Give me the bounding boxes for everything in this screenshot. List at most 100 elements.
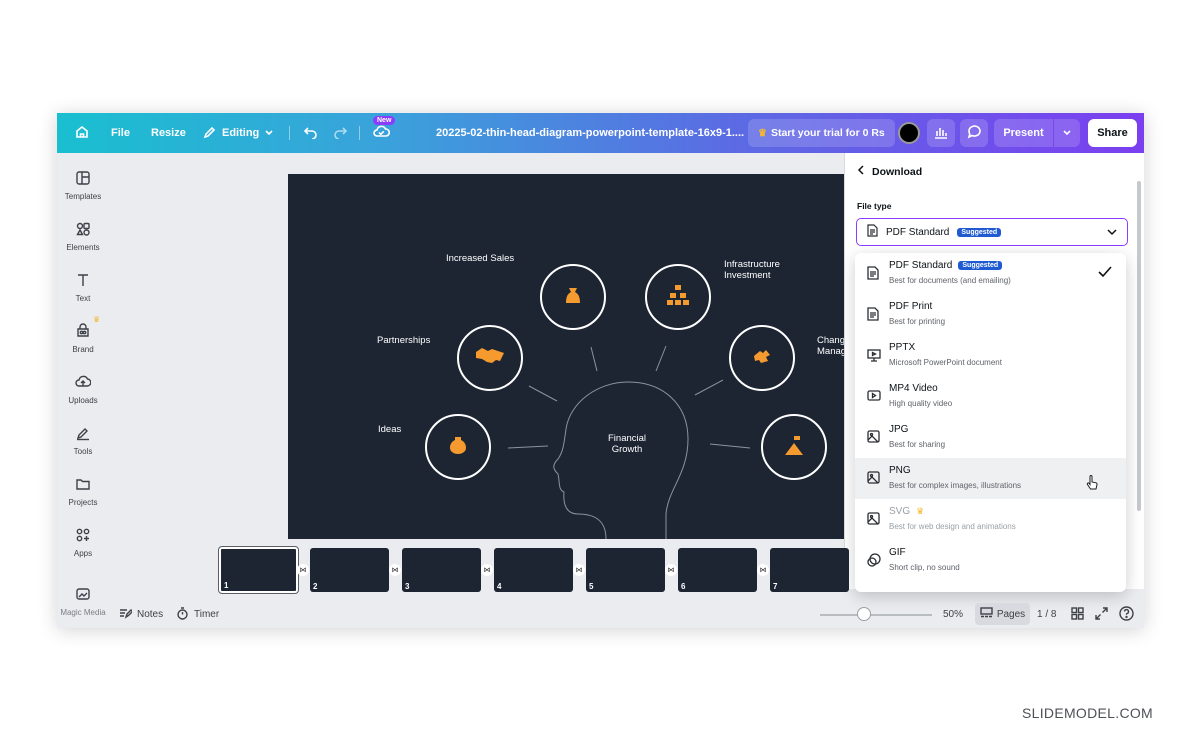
sidebar-item-apps[interactable]: Apps	[57, 527, 109, 558]
page-thumbnail[interactable]: 5	[586, 548, 665, 592]
option-description: Best for documents (and emailing)	[889, 276, 1011, 285]
zoom-percentage[interactable]: 50%	[943, 601, 963, 628]
transition-icon[interactable]: ⋈	[573, 564, 585, 576]
presentation-icon	[867, 348, 881, 367]
page-thumbnail[interactable]: 3	[402, 548, 481, 592]
home-icon	[74, 124, 90, 143]
start-trial-button[interactable]: ♛ Start your trial for 0 Rs	[748, 119, 895, 147]
editing-mode-dropdown[interactable]: Editing	[203, 113, 274, 153]
document-title[interactable]: 20225-02-thin-head-diagram-powerpoint-te…	[436, 113, 744, 153]
transition-icon[interactable]: ⋈	[297, 564, 309, 576]
sidebar-item-text[interactable]: Text	[57, 272, 109, 303]
crown-icon: ♛	[916, 506, 925, 516]
notes-icon	[119, 607, 134, 622]
sidebar-item-projects[interactable]: Projects	[57, 476, 109, 507]
timer-button[interactable]: Timer	[176, 601, 219, 628]
sidebar-item-label: Brand	[72, 345, 94, 354]
sidebar-item-brand[interactable]: ♛ Brand	[57, 315, 109, 354]
download-back-button[interactable]: Download	[857, 165, 922, 178]
page-thumbnail[interactable]: 2	[310, 548, 389, 592]
suggested-badge: Suggested	[958, 261, 1003, 270]
page-thumbnail[interactable]: 1	[218, 546, 299, 594]
file-type-label: File type	[857, 201, 892, 211]
fullscreen-button[interactable]	[1095, 601, 1108, 628]
page-thumbnails: 1 ⋈ 2 ⋈ 3 ⋈ 4 ⋈ 5 ⋈ 6 ⋈ 7	[217, 546, 857, 594]
suggested-badge: Suggested	[957, 227, 1002, 237]
pages-button[interactable]: Pages	[975, 603, 1030, 625]
image-icon	[867, 512, 880, 530]
document-icon	[867, 307, 879, 326]
transition-icon[interactable]: ⋈	[665, 564, 677, 576]
option-png[interactable]: PNG Best for complex images, illustratio…	[855, 458, 1126, 499]
transition-icon[interactable]: ⋈	[481, 564, 493, 576]
insights-button[interactable]	[927, 119, 955, 147]
sidebar-item-label: Tools	[73, 447, 93, 456]
option-pptx[interactable]: PPTX Microsoft PowerPoint document	[855, 335, 1126, 376]
option-description: Short clip, no sound	[889, 563, 960, 572]
undo-icon	[303, 124, 318, 142]
sidebar-item-label: Apps	[73, 549, 93, 558]
present-options-button[interactable]	[1054, 119, 1080, 147]
page-number: 4	[497, 582, 502, 591]
grid-icon	[1071, 606, 1084, 623]
resize-button[interactable]: Resize	[151, 113, 186, 153]
grid-view-button[interactable]	[1071, 601, 1084, 628]
help-button[interactable]	[1119, 601, 1134, 628]
sidebar-item-label: Templates	[64, 192, 102, 201]
zoom-slider-handle[interactable]	[857, 607, 871, 621]
notes-label: Notes	[137, 609, 164, 620]
hand-cursor-icon	[1086, 475, 1098, 495]
zoom-slider-track[interactable]	[820, 614, 932, 616]
transition-icon[interactable]: ⋈	[757, 564, 769, 576]
pages-label: Pages	[996, 608, 1026, 620]
vase-circle	[425, 414, 491, 480]
uploads-icon	[75, 374, 92, 392]
money-bag-icon	[562, 284, 584, 311]
cloud-save-button[interactable]	[373, 113, 391, 153]
notes-button[interactable]: Notes	[119, 601, 163, 628]
chevron-down-icon	[1107, 228, 1117, 239]
page-number: 7	[773, 582, 778, 591]
money-bag-circle	[540, 264, 606, 330]
file-type-select[interactable]: PDF Standard Suggested	[856, 218, 1128, 246]
option-gif[interactable]: GIF Short clip, no sound	[855, 540, 1126, 581]
option-jpg[interactable]: JPG Best for sharing	[855, 417, 1126, 458]
option-svg[interactable]: SVG ♛ Best for web design and animations	[855, 499, 1126, 540]
transition-icon[interactable]: ⋈	[389, 564, 401, 576]
undo-button[interactable]	[303, 113, 318, 153]
comment-icon	[967, 124, 982, 142]
file-menu[interactable]: File	[111, 113, 130, 153]
option-pdf-print[interactable]: PDF Print Best for printing	[855, 294, 1126, 335]
document-icon	[867, 224, 878, 240]
comments-button[interactable]	[960, 119, 988, 147]
cloud-check-icon	[373, 124, 391, 142]
sidebar-item-elements[interactable]: Elements	[57, 221, 109, 252]
sidebar-item-uploads[interactable]: Uploads	[57, 374, 109, 405]
sidebar-item-templates[interactable]: Templates	[57, 170, 109, 201]
page-thumbnail[interactable]: 7	[770, 548, 849, 592]
page-number: 3	[405, 582, 410, 591]
slide-canvas[interactable]: Increased Sales Infrastructure Investmen…	[288, 174, 848, 539]
share-button[interactable]: Share	[1088, 119, 1137, 147]
option-name: JPG	[889, 424, 909, 435]
home-button[interactable]	[74, 113, 90, 153]
user-avatar[interactable]	[898, 122, 920, 144]
panel-scrollbar[interactable]	[1137, 181, 1141, 511]
option-description: Best for complex images, illustrations	[889, 481, 1022, 490]
timer-icon	[176, 606, 189, 623]
handshake-icon	[475, 346, 505, 371]
bar-chart-icon	[934, 125, 948, 142]
redo-button[interactable]	[333, 113, 348, 153]
label-ideas: Ideas	[378, 424, 402, 435]
tools-icon	[75, 425, 91, 443]
option-mp4-video[interactable]: MP4 Video High quality video	[855, 376, 1126, 417]
label-change-management: Chang Manag	[817, 335, 847, 357]
option-pdf-standard[interactable]: PDF Standard Suggested Best for documents…	[855, 253, 1126, 294]
option-name: PDF Standard	[889, 260, 953, 271]
sidebar-item-tools[interactable]: Tools	[57, 425, 109, 456]
trial-label: Start your trial for 0 Rs	[770, 127, 885, 139]
present-button[interactable]: Present	[994, 119, 1053, 147]
page-thumbnail[interactable]: 4	[494, 548, 573, 592]
app-window: File Resize Editing New 20225-02-thin-he…	[57, 113, 1144, 628]
page-thumbnail[interactable]: 6	[678, 548, 757, 592]
